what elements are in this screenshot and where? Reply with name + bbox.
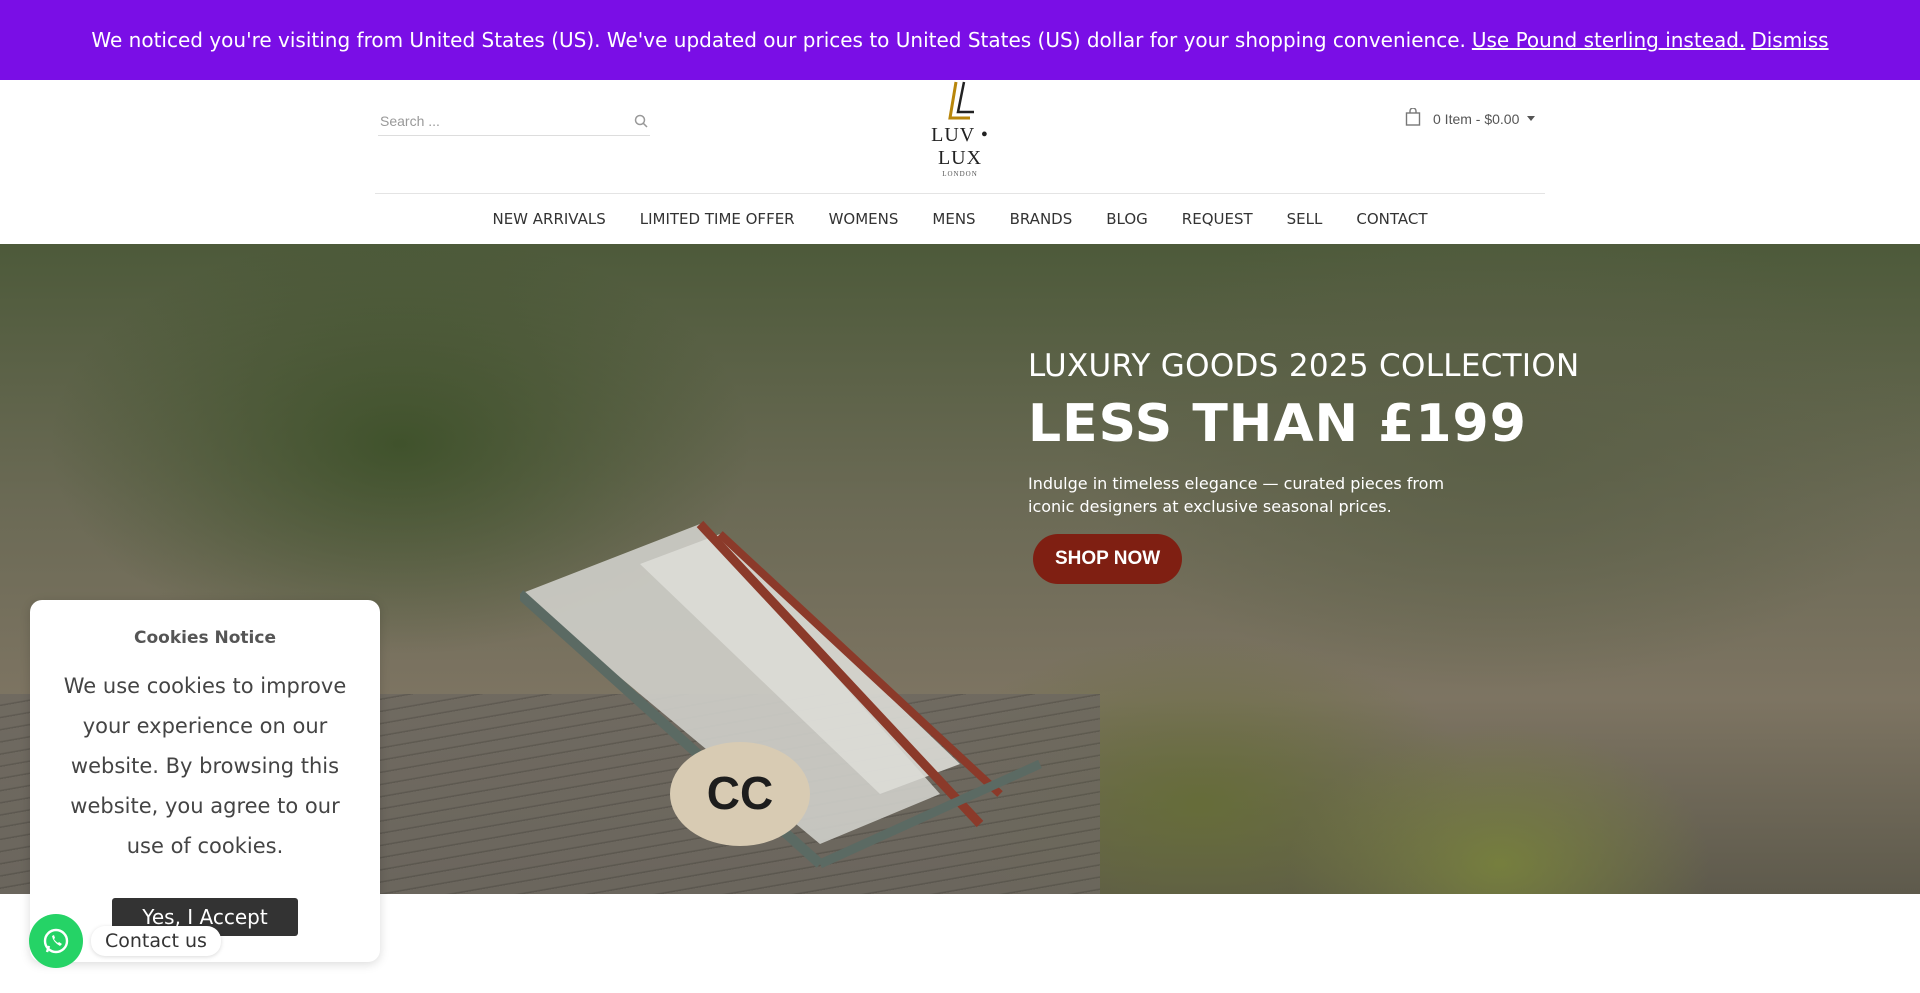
logo-mark-icon <box>948 81 974 120</box>
chevron-down-icon <box>1527 116 1536 121</box>
nav-item-new-arrivals[interactable]: NEW ARRIVALS <box>492 210 605 228</box>
nav-item-blog[interactable]: BLOG <box>1106 210 1148 228</box>
dismiss-notice-link[interactable]: Dismiss <box>1751 28 1828 52</box>
currency-notice-message: We noticed you're visiting from United S… <box>91 28 1466 52</box>
hero-content: LUXURY GOODS 2025 COLLECTION LESS THAN £… <box>1028 348 1580 584</box>
cookies-notice-title: Cookies Notice <box>133 628 276 648</box>
cart-summary: 0 Item - $0.00 <box>1433 110 1520 127</box>
shopping-bag-icon <box>1405 107 1421 129</box>
hero-title: LESS THAN £199 <box>1028 394 1527 454</box>
logo-subtitle: LONDON <box>942 170 978 178</box>
nav-item-contact[interactable]: CONTACT <box>1356 210 1427 228</box>
hero-kicker: LUXURY GOODS 2025 COLLECTION <box>1028 348 1580 384</box>
nav-item-sell[interactable]: SELL <box>1287 210 1323 228</box>
cookies-notice-text: We use cookies to improve your experienc… <box>63 674 347 858</box>
site-logo[interactable]: LUV • LUX LONDON <box>908 80 1012 178</box>
shop-now-button[interactable]: SHOP NOW <box>1033 534 1183 584</box>
hero-description: Indulge in timeless elegance — curated p… <box>1028 474 1445 516</box>
main-navigation: NEW ARRIVALS LIMITED TIME OFFER WOMENS M… <box>375 193 1545 244</box>
use-pound-sterling-link[interactable]: Use Pound sterling instead. <box>1472 28 1745 52</box>
nav-item-request[interactable]: REQUEST <box>1182 210 1253 228</box>
search-box <box>378 106 650 136</box>
nav-item-limited-time-offer[interactable]: LIMITED TIME OFFER <box>640 210 795 228</box>
cart-dropdown[interactable]: 0 Item - $0.00 <box>1405 107 1536 129</box>
nav-item-mens[interactable]: MENS <box>932 210 975 228</box>
currency-notice-bar: We noticed you're visiting from United S… <box>0 0 1920 80</box>
search-input[interactable] <box>378 112 632 129</box>
logo-wordmark: LUV • LUX <box>931 124 989 169</box>
svg-text:CC: CC <box>707 767 773 819</box>
nav-item-womens[interactable]: WOMENS <box>829 210 899 228</box>
contact-us-widget[interactable]: Contact us <box>29 914 221 968</box>
contact-us-label[interactable]: Contact us <box>91 926 221 956</box>
nav-item-brands[interactable]: BRANDS <box>1010 210 1073 228</box>
cookies-notice-panel: Cookies Notice We use cookies to improve… <box>30 600 380 962</box>
search-icon[interactable] <box>632 112 650 130</box>
whatsapp-icon[interactable] <box>29 914 83 968</box>
site-header: LUV • LUX LONDON 0 Item - $0.00 NEW ARRI… <box>0 80 1920 244</box>
